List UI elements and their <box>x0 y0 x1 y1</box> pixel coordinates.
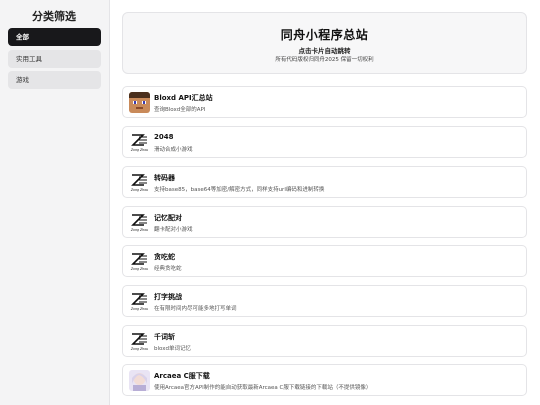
card-title: 2048 <box>154 133 174 141</box>
svg-text:Zong Zhou: Zong Zhou <box>130 347 148 351</box>
bloxd-avatar-icon <box>129 92 150 113</box>
page-subtitle: 点击卡片自动跳转 <box>298 47 351 55</box>
card-description: 使用Arcaea官方API制作的能自动获取最新Arcaea C服下载链接的下载站… <box>154 385 372 391</box>
tool-card[interactable]: Arcaea C服下载使用Arcaea官方API制作的能自动获取最新Arcaea… <box>122 364 527 396</box>
card-description: 翻卡配对小游戏 <box>154 227 193 233</box>
zong-zhou-logo-icon: Zong Zhou <box>129 331 150 352</box>
filter-all[interactable]: 全部 <box>8 28 101 46</box>
zong-zhou-logo-icon: Zong Zhou <box>129 291 150 312</box>
page-title: 同舟小程序总站 <box>280 28 369 42</box>
card-title: 转码器 <box>154 174 175 182</box>
filter-tools[interactable]: 实用工具 <box>8 50 101 68</box>
tool-card[interactable]: Bloxd API汇总站 查询Bloxd全部的API <box>122 86 527 118</box>
svg-text:Zong Zhou: Zong Zhou <box>130 228 148 232</box>
svg-text:Zong Zhou: Zong Zhou <box>130 148 148 152</box>
card-description: bloxd单词记忆 <box>154 346 191 352</box>
tool-card[interactable]: Zong Zhou 2048 滑动合成小游戏 <box>122 126 527 158</box>
arcaea-character-icon <box>129 370 150 391</box>
filter-games[interactable]: 游戏 <box>8 71 101 89</box>
tool-card[interactable]: Zong Zhou 千词斩 bloxd单词记忆 <box>122 325 527 357</box>
sidebar-title: 分类筛选 <box>32 10 76 23</box>
card-description: 查询Bloxd全部的API <box>154 107 206 113</box>
tool-card[interactable]: Zong Zhou 转码器支持base85，base64等加密/解密方式，同样支… <box>122 166 527 198</box>
card-title: Bloxd API汇总站 <box>154 94 213 102</box>
zong-zhou-logo-icon: Zong Zhou <box>129 132 150 153</box>
zong-zhou-logo-icon: Zong Zhou <box>129 212 150 233</box>
card-description: 滑动合成小游戏 <box>154 147 193 153</box>
svg-text:Zong Zhou: Zong Zhou <box>130 307 148 311</box>
main-content: 同舟小程序总站 点击卡片自动跳转 所有代码版权归同舟2025 保留一切权利 Bl… <box>111 0 540 405</box>
tool-card[interactable]: Zong Zhou 记忆配对翻卡配对小游戏 <box>122 206 527 238</box>
card-description: 经典贪吃蛇 <box>154 266 182 272</box>
card-description: 在有限时间内尽可能多地打写单词 <box>154 306 237 312</box>
zong-zhou-logo-icon: Zong Zhou <box>129 251 150 272</box>
card-title: 贪吃蛇 <box>154 253 175 261</box>
card-title: 千词斩 <box>154 333 175 341</box>
card-description: 支持base85，base64等加密/解密方式，同样支持url编码和进制转换 <box>154 187 325 193</box>
svg-text:Zong Zhou: Zong Zhou <box>130 188 148 192</box>
copyright-note: 所有代码版权归同舟2025 保留一切权利 <box>275 57 374 63</box>
card-title: Arcaea C服下载 <box>154 372 210 380</box>
svg-text:Zong Zhou: Zong Zhou <box>130 267 148 271</box>
tool-card[interactable]: Zong Zhou 打字挑战在有限时间内尽可能多地打写单词 <box>122 285 527 317</box>
zong-zhou-logo-icon: Zong Zhou <box>129 172 150 193</box>
tool-card[interactable]: Zong Zhou 贪吃蛇经典贪吃蛇 <box>122 245 527 277</box>
card-title: 打字挑战 <box>154 293 182 301</box>
card-title: 记忆配对 <box>154 214 182 222</box>
sidebar: 分类筛选 全部 实用工具 游戏 <box>0 0 110 405</box>
header-card: 同舟小程序总站 点击卡片自动跳转 所有代码版权归同舟2025 保留一切权利 <box>122 12 527 74</box>
